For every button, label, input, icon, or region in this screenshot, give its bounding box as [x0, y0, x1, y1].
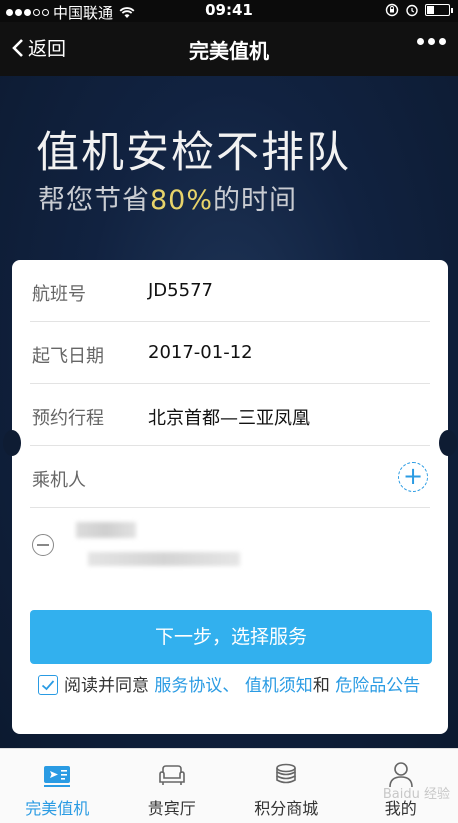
next-step-button[interactable]: 下一步，选择服务 — [30, 610, 432, 664]
itinerary-row: 预约行程 北京首都—三亚凤凰 — [30, 384, 430, 446]
passenger-header-row: 乘机人 + — [30, 446, 430, 508]
alarm-icon — [406, 4, 418, 17]
boarding-pass-icon — [44, 766, 71, 787]
dangerous-goods-link[interactable]: 危险品公告 — [335, 676, 420, 696]
watermark-text: Baidu 经验 — [382, 787, 450, 802]
rotation-lock-icon — [385, 3, 399, 17]
tab-points-mall-label: 积分商城 — [254, 799, 319, 818]
coins-icon — [276, 763, 297, 784]
passenger-id-blurred — [88, 552, 240, 566]
agree-checkbox[interactable] — [38, 675, 58, 695]
checkin-form-card: 航班号 JD5577 起飞日期 2017-01-12 预约行程 北京首都—三亚凤… — [3, 260, 457, 734]
tab-checkin-label: 完美值机 — [25, 799, 90, 818]
departure-date-value: 2017-01-12 — [148, 342, 253, 363]
more-options-icon[interactable] — [417, 38, 446, 45]
itinerary-value: 北京首都—三亚凤凰 — [148, 408, 310, 429]
flight-number-row: 航班号 JD5577 — [30, 260, 430, 322]
departure-date-row: 起飞日期 2017-01-12 — [30, 322, 430, 384]
remove-passenger-button[interactable] — [32, 534, 54, 556]
checkin-notice-link[interactable]: 值机须知 — [245, 676, 313, 696]
tab-vip-lounge[interactable]: 贵宾厅 — [115, 749, 230, 823]
agreement-text: 阅读并同意 服务协议、 值机须知和 危险品公告 — [38, 674, 434, 699]
add-passenger-button[interactable]: + — [398, 462, 428, 492]
sofa-icon — [158, 765, 185, 785]
hero-subtitle-highlight: 80% — [150, 185, 214, 216]
battery-icon — [425, 4, 453, 16]
bottom-tab-bar: 完美值机 贵宾厅 积分商城 我的 Baidu 经验 — [0, 748, 458, 823]
hero-title: 值机安检不排队 — [36, 128, 351, 178]
tab-checkin[interactable]: 完美值机 — [0, 749, 115, 823]
tab-mine[interactable]: 我的 Baidu 经验 — [344, 749, 458, 823]
status-right — [385, 3, 453, 17]
tab-points-mall[interactable]: 积分商城 — [229, 749, 344, 823]
passenger-label: 乘机人 — [32, 470, 86, 491]
agree-and: 和 — [312, 676, 330, 696]
nav-bar: 返回 完美值机 — [0, 22, 458, 76]
page-title: 完美值机 — [189, 39, 269, 63]
hero-subtitle: 帮您节省80%的时间 — [38, 178, 297, 217]
ticket-notch-left — [3, 430, 21, 456]
tab-vip-lounge-label: 贵宾厅 — [147, 799, 196, 818]
departure-date-label: 起飞日期 — [32, 346, 104, 367]
itinerary-label: 预约行程 — [32, 408, 104, 429]
status-bar: 中国联通 09:41 — [0, 0, 458, 22]
agree-prefix: 阅读并同意 — [64, 676, 149, 696]
service-agreement-link[interactable]: 服务协议、 — [154, 676, 239, 696]
passenger-name-blurred — [76, 522, 136, 538]
hero-subtitle-pre: 帮您节省 — [38, 185, 150, 216]
flight-number-value: JD5577 — [148, 280, 213, 301]
flight-number-label: 航班号 — [32, 284, 86, 305]
hero-subtitle-post: 的时间 — [213, 185, 298, 216]
checkmark-icon — [41, 680, 55, 691]
passenger-item — [30, 510, 430, 582]
ticket-notch-right — [439, 430, 457, 456]
